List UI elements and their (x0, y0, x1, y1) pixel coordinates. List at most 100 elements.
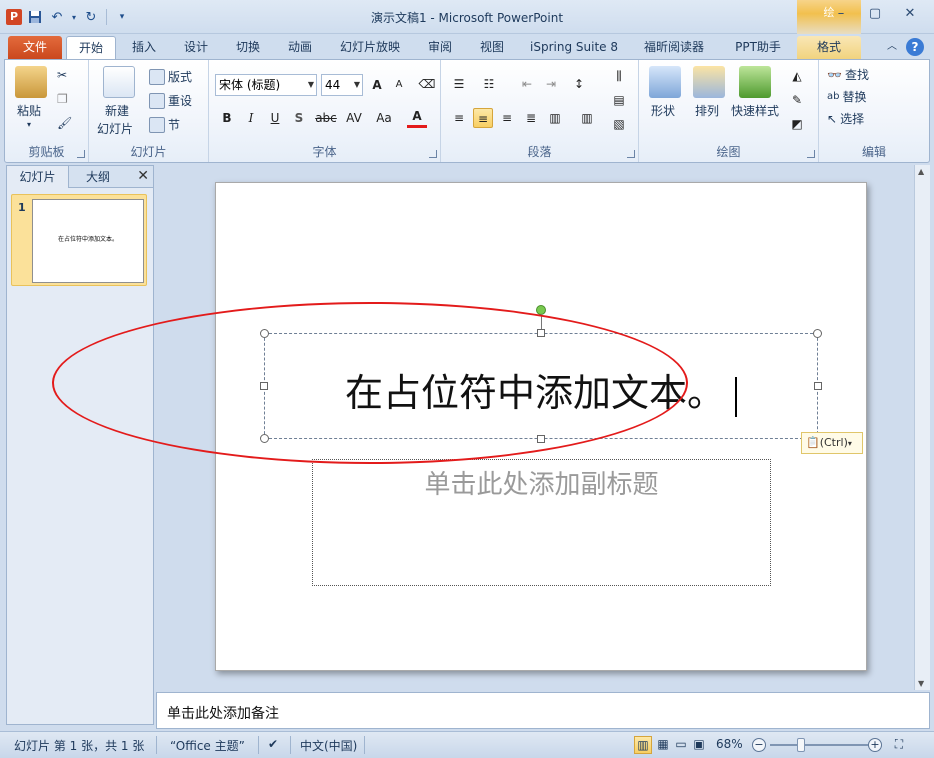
minimize-button[interactable]: – (826, 6, 856, 26)
text-direction-icon[interactable]: ⫼ (609, 66, 629, 86)
font-launcher-icon[interactable] (429, 150, 437, 158)
zoom-out-button[interactable]: − (752, 738, 766, 752)
increase-indent-icon[interactable]: ⇥ (541, 74, 561, 94)
resize-handle-right[interactable] (814, 382, 822, 390)
tab-view[interactable]: 视图 (470, 36, 514, 60)
numbering-icon[interactable]: ☷ (479, 74, 499, 94)
reading-view-icon[interactable]: ▭ (672, 736, 690, 754)
tab-format[interactable]: 格式 (797, 36, 861, 60)
font-name-select[interactable]: 宋体 (标题) ▼ (215, 74, 317, 96)
tab-animations[interactable]: 动画 (278, 36, 322, 60)
scroll-up-icon[interactable]: ▲ (918, 167, 924, 176)
quick-styles-button[interactable]: 快速样式 (731, 102, 779, 119)
justify-icon[interactable]: ≣ (521, 108, 541, 128)
tab-insert[interactable]: 插入 (122, 36, 166, 60)
bullets-icon[interactable]: ☰ (449, 74, 469, 94)
font-color-button[interactable]: A (407, 106, 427, 128)
shadow-button[interactable]: S (289, 108, 309, 128)
strikethrough-button[interactable]: abc (313, 108, 339, 128)
notes-placeholder[interactable]: 单击此处添加备注 (167, 703, 279, 723)
help-icon[interactable]: ? (906, 38, 924, 56)
slide-thumbnail-item[interactable]: 1 在占位符中添加文本。 (11, 194, 147, 286)
tab-home[interactable]: 开始 (66, 36, 116, 61)
paste-button[interactable]: 粘贴 (17, 102, 41, 119)
quick-styles-icon[interactable] (739, 66, 771, 98)
slide-sorter-icon[interactable]: ▦ (654, 736, 672, 754)
columns-icon[interactable]: ▥ (577, 108, 597, 128)
paste-dropdown-icon[interactable]: ▾ (27, 120, 31, 129)
new-slide-label-1[interactable]: 新建 (105, 102, 129, 119)
new-slide-icon[interactable] (103, 66, 135, 98)
arrange-button[interactable]: 排列 (695, 102, 719, 119)
find-button[interactable]: 👓 查找 (827, 66, 869, 83)
close-pane-icon[interactable]: ✕ (137, 168, 149, 184)
replace-button[interactable]: ab 替换 (827, 88, 867, 105)
grow-font-button[interactable]: A (367, 75, 387, 95)
new-slide-button[interactable]: 幻灯片 (97, 120, 133, 137)
subtitle-placeholder-text[interactable]: 单击此处添加副标题 (313, 464, 770, 501)
font-size-select[interactable]: 44 ▼ (321, 74, 363, 96)
align-center-icon[interactable]: ≡ (473, 108, 493, 128)
italic-button[interactable]: I (241, 108, 261, 128)
select-button[interactable]: ↖ 选择 (827, 110, 864, 127)
notes-pane[interactable]: 单击此处添加备注 (156, 692, 930, 729)
slide-thumbnail[interactable]: 在占位符中添加文本。 (32, 199, 144, 283)
drawing-launcher-icon[interactable] (807, 150, 815, 158)
tab-ispring[interactable]: iSpring Suite 8 (524, 36, 624, 60)
cut-icon[interactable]: ✂ (57, 68, 67, 82)
align-text-icon[interactable]: ▤ (609, 90, 629, 110)
format-painter-icon[interactable]: 🖌 (57, 116, 72, 130)
layout-button[interactable]: 版式 (149, 68, 192, 85)
zoom-slider-track[interactable] (770, 744, 868, 746)
spell-check-icon[interactable]: ✔ (268, 737, 278, 751)
character-spacing-button[interactable]: AV (341, 108, 367, 128)
paste-options-button[interactable]: 📋(Ctrl)▾ (801, 432, 863, 454)
subtitle-placeholder[interactable]: 单击此处添加副标题 (312, 459, 771, 586)
change-case-button[interactable]: Aa (371, 108, 397, 128)
shrink-font-button[interactable]: A (389, 75, 409, 95)
tab-review[interactable]: 审阅 (418, 36, 462, 60)
tab-file[interactable]: 文件 (8, 36, 62, 60)
reset-button[interactable]: 重设 (149, 92, 192, 109)
maximize-button[interactable]: ▢ (860, 6, 890, 26)
distributed-icon[interactable]: ▥ (545, 108, 565, 128)
paragraph-launcher-icon[interactable] (627, 150, 635, 158)
paste-icon[interactable] (15, 66, 47, 98)
copy-icon[interactable]: ❐ (57, 92, 68, 106)
theme-status[interactable]: “Office 主题” (170, 737, 245, 754)
vertical-scrollbar[interactable]: ▲ ▼ (914, 165, 930, 690)
tab-foxit[interactable]: 福昕阅读器 (634, 36, 714, 60)
scroll-down-icon[interactable]: ▼ (918, 679, 924, 688)
normal-view-icon[interactable]: ▥ (634, 736, 652, 754)
section-button[interactable]: 节 (149, 116, 180, 133)
slideshow-view-icon[interactable]: ▣ (690, 736, 708, 754)
align-left-icon[interactable]: ≡ (449, 108, 469, 128)
minimize-ribbon-icon[interactable]: ︿ (884, 36, 900, 60)
shape-effects-icon[interactable]: ◩ (787, 114, 807, 134)
decrease-indent-icon[interactable]: ⇤ (517, 74, 537, 94)
tab-slideshow[interactable]: 幻灯片放映 (332, 36, 408, 60)
close-button[interactable]: ✕ (895, 6, 925, 26)
align-right-icon[interactable]: ≡ (497, 108, 517, 128)
tab-transitions[interactable]: 切换 (226, 36, 270, 60)
shape-outline-icon[interactable]: ✎ (787, 90, 807, 110)
tab-ppt-helper[interactable]: PPT助手 (722, 36, 794, 60)
zoom-level[interactable]: 68% (716, 737, 743, 751)
tab-design[interactable]: 设计 (174, 36, 218, 60)
shape-fill-icon[interactable]: ◭ (787, 66, 807, 86)
smartart-icon[interactable]: ▧ (609, 114, 629, 134)
arrange-icon[interactable] (693, 66, 725, 98)
clear-formatting-icon[interactable]: ⌫ (417, 74, 437, 94)
underline-button[interactable]: U (265, 108, 285, 128)
tab-outline-pane[interactable]: 大纲 (71, 166, 125, 188)
resize-handle-top-right[interactable] (813, 329, 822, 338)
zoom-slider-thumb[interactable] (797, 738, 805, 752)
shapes-icon[interactable] (649, 66, 681, 98)
fit-to-window-icon[interactable]: ⛶ (890, 736, 908, 754)
shapes-button[interactable]: 形状 (651, 102, 675, 119)
clipboard-launcher-icon[interactable] (77, 150, 85, 158)
tab-slides-pane[interactable]: 幻灯片 (7, 166, 69, 188)
line-spacing-icon[interactable]: ↕ (569, 74, 589, 94)
zoom-in-button[interactable]: + (868, 738, 882, 752)
bold-button[interactable]: B (217, 108, 237, 128)
